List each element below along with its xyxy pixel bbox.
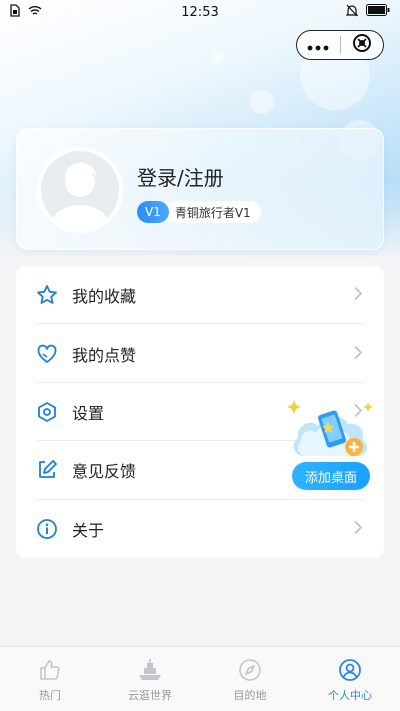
chevron-right-icon [354, 286, 363, 305]
add-to-desktop-widget[interactable]: 添加桌面 [284, 396, 380, 496]
bokeh-light [250, 90, 274, 114]
level-name: 青铜旅行者V1 [174, 205, 251, 220]
add-to-desktop-button[interactable]: 添加桌面 [292, 462, 370, 490]
star-icon [36, 284, 58, 306]
info-icon [36, 518, 58, 540]
battery-icon [366, 4, 390, 20]
sim-card-icon [10, 3, 20, 21]
phone-cloud-icon [284, 396, 380, 472]
chevron-right-icon [354, 344, 363, 363]
close-circle-icon [352, 33, 372, 57]
menu-label: 关于 [72, 520, 105, 540]
status-bar: 12:53 [0, 0, 400, 24]
menu-label: 意见反馈 [72, 462, 137, 482]
thumbs-up-icon [37, 657, 63, 683]
feedback-icon [36, 459, 58, 481]
close-button[interactable] [340, 31, 383, 59]
bell-off-icon [345, 4, 359, 21]
menu-item-about[interactable]: 关于 [16, 500, 384, 558]
tab-label: 目的地 [233, 689, 267, 702]
chevron-right-icon [354, 519, 363, 538]
more-dots-icon [307, 36, 329, 55]
heart-icon [36, 343, 58, 365]
settings-icon [36, 401, 58, 423]
bottom-tab-bar: 热门 云逛世界 目的地 个人中心 [0, 646, 400, 711]
menu-item-likes[interactable]: 我的点赞 [16, 324, 384, 384]
profile-card: 登录/注册 V1 青铜旅行者V1 [16, 128, 384, 250]
compass-icon [237, 657, 263, 683]
login-register-link[interactable]: 登录/注册 [137, 162, 224, 191]
tab-cloud-world[interactable]: 云逛世界 [100, 647, 200, 711]
tab-label: 热门 [39, 689, 61, 702]
menu-label: 设置 [72, 403, 105, 423]
user-icon [337, 657, 363, 683]
tab-label: 云逛世界 [128, 689, 172, 702]
menu-label: 我的点赞 [72, 345, 137, 365]
wifi-icon [28, 5, 42, 20]
level-badge: V1 青铜旅行者V1 [137, 201, 261, 223]
tab-label: 个人中心 [328, 689, 372, 702]
level-code: V1 [137, 201, 169, 223]
tab-hot[interactable]: 热门 [0, 647, 100, 711]
mini-program-capsule [296, 30, 384, 60]
more-button[interactable] [297, 31, 340, 59]
tab-destination[interactable]: 目的地 [200, 647, 300, 711]
bokeh-light [210, 50, 224, 64]
avatar[interactable] [37, 147, 123, 233]
status-time: 12:53 [181, 4, 219, 20]
menu-label: 我的收藏 [72, 287, 137, 307]
tab-personal-center[interactable]: 个人中心 [300, 647, 400, 711]
menu-item-favorites[interactable]: 我的收藏 [16, 266, 384, 325]
ship-icon [137, 657, 163, 683]
